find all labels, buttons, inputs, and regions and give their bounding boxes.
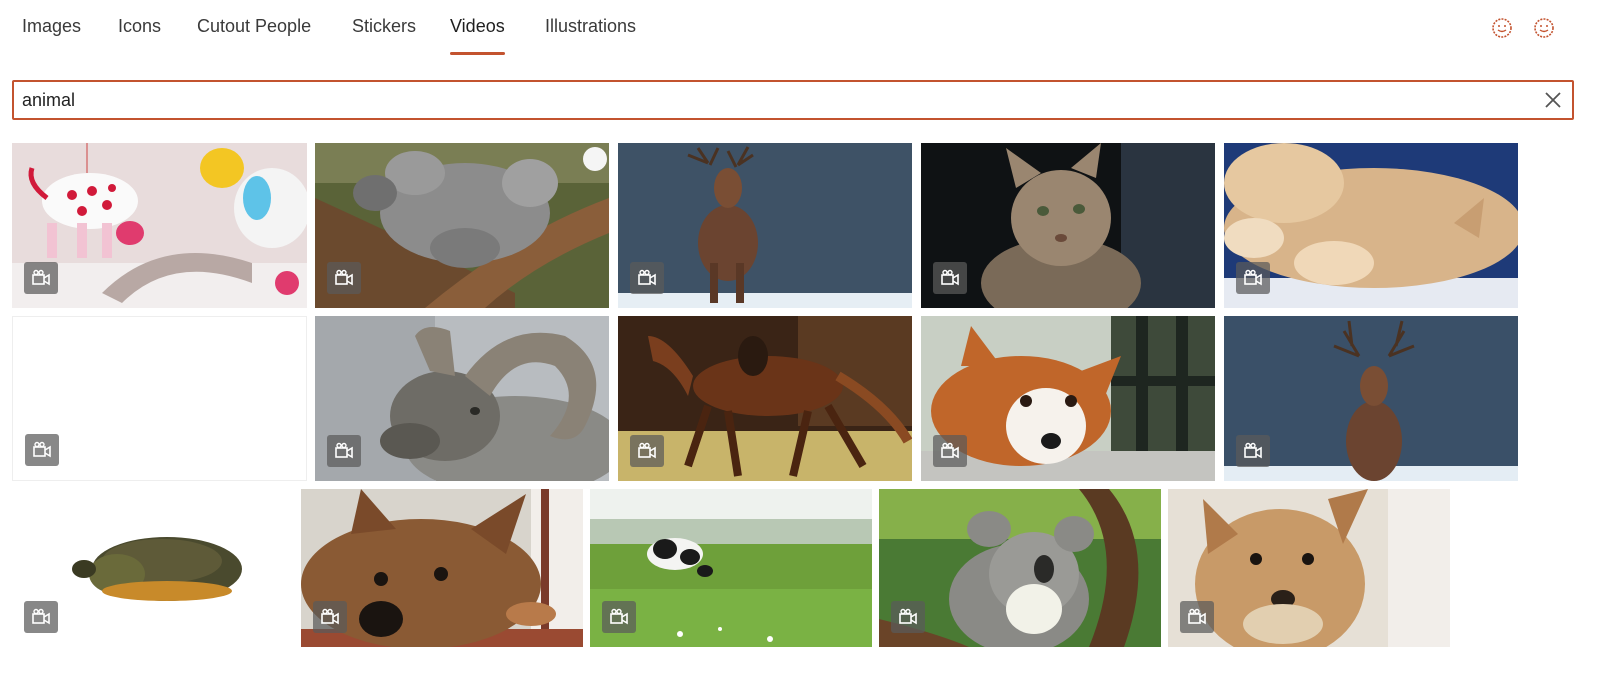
video-camera-icon: [335, 442, 353, 459]
video-badge: [24, 262, 58, 294]
video-badge: [602, 601, 636, 633]
tab-icons[interactable]: Icons: [118, 16, 161, 37]
video-badge: [891, 601, 925, 633]
video-result-ram[interactable]: [315, 316, 609, 481]
close-icon: [1545, 92, 1561, 108]
video-result-corgi[interactable]: [921, 316, 1215, 481]
video-result-scruffy-dog[interactable]: [1168, 489, 1450, 647]
video-result-terrier[interactable]: [301, 489, 583, 647]
video-badge: [1236, 262, 1270, 294]
video-result-cow[interactable]: [590, 489, 872, 647]
video-result-fluffy-cat[interactable]: [1224, 143, 1518, 308]
video-result-deer-2[interactable]: [1224, 316, 1518, 481]
category-tabs: Images Icons Cutout People Stickers Vide…: [0, 0, 1600, 60]
video-camera-icon: [638, 269, 656, 286]
tab-label: Cutout People: [197, 16, 312, 36]
video-badge: [933, 262, 967, 294]
video-result-blank[interactable]: [12, 316, 307, 481]
video-camera-icon: [321, 608, 339, 625]
tab-videos[interactable]: Videos: [450, 16, 505, 55]
video-badge: [630, 262, 664, 294]
video-camera-icon: [610, 608, 628, 625]
video-badge: [327, 435, 361, 467]
clear-search-button[interactable]: [1544, 91, 1562, 109]
video-camera-icon: [941, 269, 959, 286]
video-result-turtle[interactable]: [12, 489, 294, 647]
video-camera-icon: [32, 608, 50, 625]
video-badge: [327, 262, 361, 294]
video-badge: [1236, 435, 1270, 467]
video-result-koala[interactable]: [315, 143, 609, 308]
video-camera-icon: [899, 608, 917, 625]
active-tab-indicator: [450, 52, 505, 55]
video-badge: [933, 435, 967, 467]
video-result-cat[interactable]: [921, 143, 1215, 308]
search-box: [12, 80, 1574, 120]
video-result-horse[interactable]: [618, 316, 912, 481]
video-camera-icon: [335, 269, 353, 286]
video-camera-icon: [1244, 442, 1262, 459]
video-camera-icon: [941, 442, 959, 459]
video-badge: [24, 601, 58, 633]
tab-label: Images: [22, 16, 82, 36]
video-camera-icon: [32, 269, 50, 286]
tab-label: Videos: [450, 16, 505, 36]
video-camera-icon: [1188, 608, 1206, 625]
video-badge: [313, 601, 347, 633]
tab-images[interactable]: Images: [22, 16, 81, 37]
tab-cutout-people[interactable]: Cutout People: [197, 16, 311, 37]
video-result-toys[interactable]: [12, 143, 307, 308]
video-badge: [1180, 601, 1214, 633]
smiley-face-icon[interactable]: [1532, 16, 1556, 40]
video-badge: [25, 434, 59, 466]
tab-stickers[interactable]: Stickers: [352, 16, 416, 37]
video-result-koala-2[interactable]: [879, 489, 1161, 647]
tab-label: Stickers: [352, 16, 417, 36]
video-camera-icon: [1244, 269, 1262, 286]
search-input[interactable]: [22, 82, 1522, 118]
tab-illustrations[interactable]: Illustrations: [545, 16, 636, 37]
video-result-deer[interactable]: [618, 143, 912, 308]
tab-label: Icons: [118, 16, 162, 36]
smiley-face-icon[interactable]: [1490, 16, 1514, 40]
tab-label: Illustrations: [545, 16, 637, 36]
video-camera-icon: [33, 441, 51, 458]
video-badge: [630, 435, 664, 467]
video-camera-icon: [638, 442, 656, 459]
